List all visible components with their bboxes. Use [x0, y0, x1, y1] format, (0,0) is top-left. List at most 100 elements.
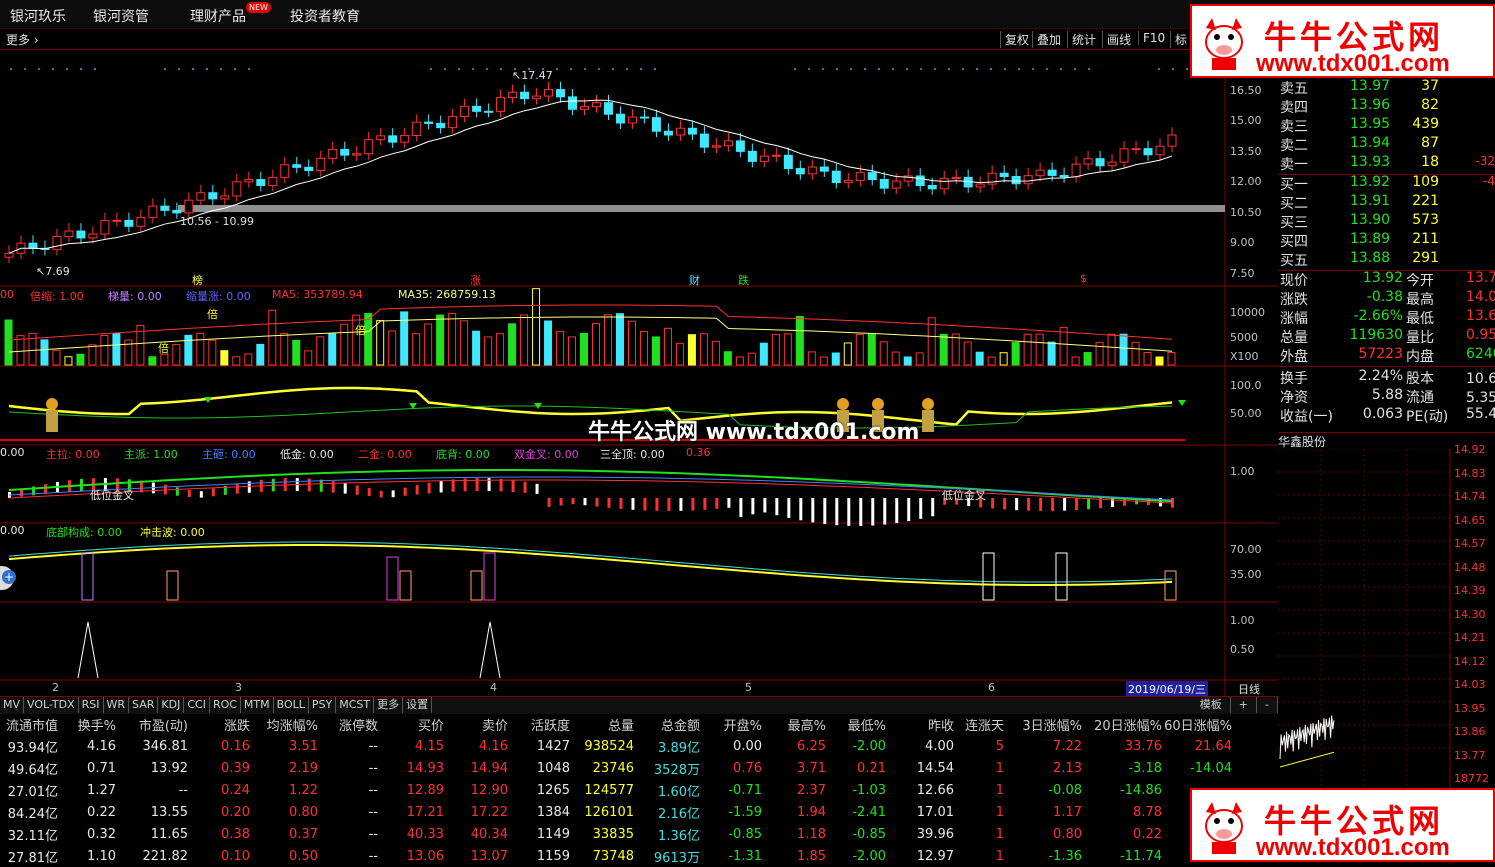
draw-line-button[interactable]: 画线 — [1102, 31, 1135, 48]
column-header[interactable]: 流通市值 — [0, 713, 58, 735]
table-cell: 13.06 — [406, 848, 444, 864]
column-header[interactable]: 卖价 — [444, 713, 508, 735]
column-header[interactable]: 3日涨幅% — [1004, 713, 1082, 735]
nav-item-investor-edu[interactable]: 投资者教育 — [290, 6, 360, 26]
column-header[interactable]: 开盘% — [700, 713, 762, 735]
table-row[interactable]: 32.11亿 0.32 11.65 0.38 0.37 -- 40.33 40.34 1149 3… — [0, 823, 1232, 845]
column-header[interactable]: 均涨幅% — [250, 713, 318, 735]
column-header[interactable]: 20日涨幅% — [1082, 713, 1162, 735]
top-dot-marker — [472, 68, 474, 70]
column-header[interactable]: 活跃度 — [508, 713, 570, 735]
column-header[interactable]: 最低% — [826, 713, 886, 735]
bid-row[interactable]: 买一 13.92 109 -4 — [1278, 174, 1495, 193]
table-cell: 13.07 — [470, 848, 508, 864]
ask-row[interactable]: 卖三 13.95 439 — [1278, 116, 1495, 135]
top-dot-marker — [528, 68, 530, 70]
top-dot-marker — [990, 68, 992, 70]
indicator-tab[interactable]: CCI — [184, 697, 210, 713]
volume-bar — [615, 313, 624, 366]
fuquan-button[interactable]: 复权 — [1000, 31, 1033, 48]
nav-item-yinhe-ziguan[interactable]: 银河资管 — [93, 6, 149, 26]
bid-row[interactable]: 买四 13.89 211 — [1278, 231, 1495, 250]
table-row[interactable]: 27.01亿 1.27 -- 0.24 1.22 -- 12.89 12.90 1265 1245… — [0, 779, 1232, 801]
column-header[interactable]: 昨收 — [886, 713, 954, 735]
bottom-yellow-line — [8, 544, 1173, 587]
indicator-tab[interactable]: MTM — [241, 697, 274, 713]
top-dot-marker — [542, 68, 544, 70]
column-header[interactable]: 总量 — [570, 713, 634, 735]
ask-row[interactable]: 卖二 13.94 87 — [1278, 135, 1495, 154]
column-header[interactable]: 总金额 — [634, 713, 700, 735]
stats-button[interactable]: 统计 — [1067, 31, 1100, 48]
top-dot-marker — [1074, 68, 1076, 70]
table-cell: 221.82 — [142, 848, 189, 864]
column-header[interactable]: 60日涨幅% — [1162, 713, 1232, 735]
table-row[interactable]: 27.81亿 1.10 221.82 0.10 0.50 -- 13.06 13.07 1159… — [0, 845, 1232, 867]
indicator-tab[interactable]: MV — [0, 697, 25, 713]
template-control[interactable]: - — [1257, 697, 1278, 713]
signal-bar — [451, 479, 455, 492]
table-cell: 21.64 — [1194, 738, 1232, 754]
top-dot-marker — [1172, 68, 1174, 70]
table-cell: 0.16 — [221, 738, 250, 754]
candle-body — [1071, 163, 1081, 178]
more-menu[interactable]: 更多 › — [6, 31, 39, 48]
bid-row[interactable]: 买五 13.88 291 — [1278, 250, 1495, 269]
ask-row[interactable]: 卖一 13.93 18 -32 — [1278, 154, 1495, 173]
volume-bar — [544, 320, 553, 366]
table-row[interactable]: 49.64亿 0.71 13.92 0.39 2.19 -- 14.93 14.94 1048 2… — [0, 757, 1232, 779]
indicator-tab[interactable]: SAR — [129, 697, 159, 713]
indicator-tab[interactable]: BOLL — [274, 697, 309, 713]
indicator-tab[interactable]: ROC — [210, 697, 241, 713]
indicator-tab[interactable]: 更多 — [374, 697, 404, 713]
volume-bar — [412, 333, 421, 366]
kline-chart-area[interactable] — [0, 50, 1278, 696]
volume-bar — [280, 332, 289, 366]
template-control[interactable]: + — [1231, 697, 1258, 713]
f10-button[interactable]: F10 — [1138, 31, 1169, 45]
top-dot-marker — [10, 68, 12, 70]
overlay-button[interactable]: 叠加 — [1032, 31, 1065, 48]
candle-body — [220, 195, 230, 200]
indicator-tab[interactable]: MCST — [336, 697, 375, 713]
indicator-tab[interactable]: KDJ — [158, 697, 185, 713]
mark-button[interactable]: 标 — [1170, 31, 1191, 48]
indicator-tab[interactable]: WR — [104, 697, 130, 713]
column-header[interactable]: 市盈(动) — [116, 713, 188, 735]
table-row[interactable]: 93.94亿 4.16 346.81 0.16 3.51 -- 4.15 4.16 1427 93… — [0, 735, 1232, 757]
indicator-tab[interactable]: PSY — [309, 697, 337, 713]
indicator-tab[interactable]: VOL-TDX — [24, 697, 79, 713]
candle-body — [1011, 175, 1021, 185]
signal-bar — [1039, 498, 1043, 511]
column-header[interactable]: 换手% — [58, 713, 116, 735]
column-header[interactable]: 连涨天 — [954, 713, 1004, 735]
table-cell: -- — [368, 848, 378, 864]
indicator-tab[interactable]: 设置 — [403, 697, 433, 713]
column-header[interactable]: 最高% — [762, 713, 826, 735]
table-cell: -1.59 — [728, 804, 762, 820]
nav-item-yinhe-jiule[interactable]: 银河玖乐 — [10, 6, 66, 26]
candle-body — [735, 140, 745, 152]
stat-row: 涨跌 -0.38最高 14.00 — [1278, 289, 1495, 308]
column-header[interactable]: 涨跌 — [188, 713, 250, 735]
indicator-tab[interactable]: RSI — [79, 697, 104, 713]
table-cell: 2.19 — [289, 760, 318, 776]
nav-item-licai[interactable]: 理财产品 — [190, 6, 246, 26]
table-cell: 0.76 — [733, 760, 762, 776]
signal-bar — [835, 498, 839, 526]
table-cell: 12.90 — [470, 782, 508, 798]
column-header[interactable]: 买价 — [378, 713, 444, 735]
volume-bar — [496, 333, 505, 366]
template-control[interactable]: 模板 — [1192, 697, 1231, 713]
ask-row[interactable]: 卖五 13.97 37 — [1278, 78, 1495, 97]
table-cell: -3.18 — [1128, 760, 1162, 776]
volume-bar — [843, 342, 852, 366]
table-row[interactable]: 84.24亿 0.22 13.55 0.20 0.80 -- 17.21 17.22 1384 1… — [0, 801, 1232, 823]
stat-value: 119630 — [1349, 327, 1403, 343]
bid-row[interactable]: 买三 13.90 573 — [1278, 212, 1495, 231]
table-cell: 1 — [995, 760, 1004, 776]
ask-row[interactable]: 卖四 13.96 82 — [1278, 97, 1495, 116]
column-header[interactable]: 涨停数 — [318, 713, 378, 735]
quote-label: 卖一 — [1280, 157, 1308, 173]
bid-row[interactable]: 买二 13.91 221 — [1278, 193, 1495, 212]
